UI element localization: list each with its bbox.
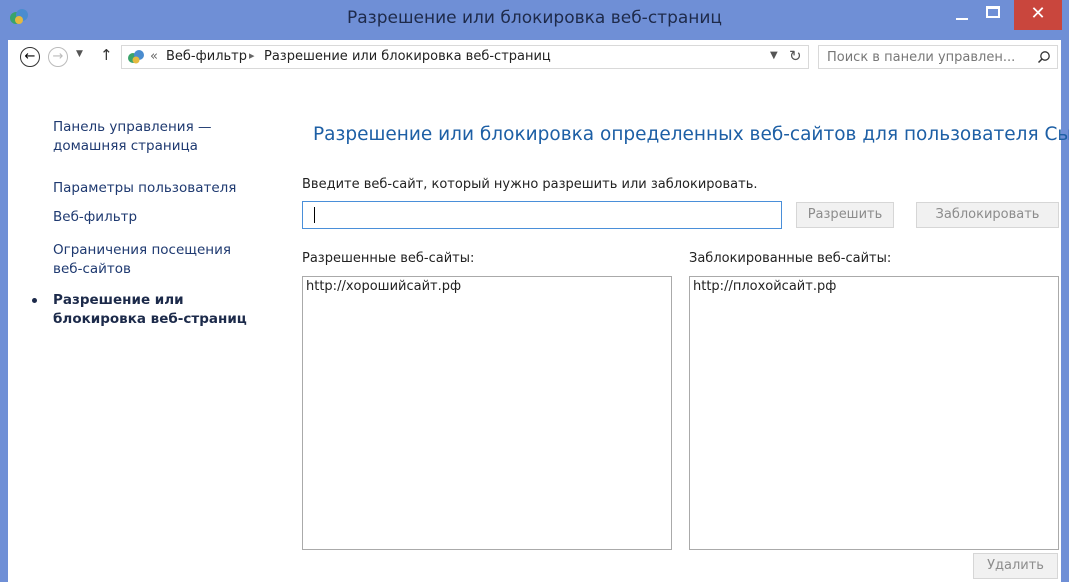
window-title: Разрешение или блокировка веб-страниц — [346, 8, 723, 28]
sidebar-item-site-restrictions[interactable]: Ограничения посещения веб-сайтов — [53, 241, 231, 279]
forward-button[interactable]: → — [48, 47, 68, 67]
recent-locations-chevron-icon[interactable]: ▼ — [76, 49, 83, 59]
refresh-icon[interactable]: ↻ — [789, 47, 802, 65]
search-input[interactable]: Поиск в панели управлен... — [827, 50, 1015, 65]
maximize-button[interactable] — [980, 0, 1008, 30]
close-icon: ✕ — [1030, 3, 1046, 24]
allowed-sites-list[interactable]: http://хорошийсайт.рф — [302, 276, 672, 550]
breadcrumb-separator-icon[interactable]: ▸ — [249, 49, 255, 62]
blocked-sites-list[interactable]: http://плохойсайт.рф — [689, 276, 1059, 550]
search-box[interactable]: Поиск в панели управлен... — [818, 45, 1058, 69]
close-button[interactable]: ✕ — [1014, 0, 1062, 30]
allowed-sites-label: Разрешенные веб-сайты: — [302, 251, 475, 266]
sidebar-item-user-settings[interactable]: Параметры пользователя — [53, 179, 236, 198]
breadcrumb-current[interactable]: Разрешение или блокировка веб-страниц — [264, 49, 551, 64]
navigation-bar: ← → ▼ ↑ « Веб-фильтр ▸ Разрешение или бл… — [8, 40, 1061, 76]
website-input[interactable] — [302, 201, 782, 229]
maximize-icon — [986, 6, 1000, 18]
breadcrumb-web-filter[interactable]: Веб-фильтр — [166, 49, 247, 64]
address-dropdown-icon[interactable]: ▼ — [770, 50, 778, 61]
list-item[interactable]: http://плохойсайт.рф — [693, 279, 836, 294]
family-safety-icon — [128, 50, 144, 64]
window-frame: Разрешение или блокировка веб-страниц ✕ … — [0, 0, 1069, 582]
up-arrow-icon[interactable]: ↑ — [100, 46, 113, 64]
back-arrow-icon: ← — [24, 49, 36, 64]
site-input-label: Введите веб-сайт, который нужно разрешит… — [302, 177, 758, 192]
block-button[interactable]: Заблокировать — [916, 202, 1059, 228]
search-icon[interactable] — [1037, 50, 1051, 64]
text-caret — [314, 207, 315, 223]
sidebar-item-web-filter[interactable]: Веб-фильтр — [53, 208, 137, 227]
minimize-icon — [956, 18, 968, 20]
sidebar-item-allow-block-pages: Разрешение или блокировка веб-страниц — [53, 292, 247, 327]
allow-button[interactable]: Разрешить — [796, 202, 894, 228]
list-item[interactable]: http://хорошийсайт.рф — [306, 279, 461, 294]
page-heading: Разрешение или блокировка определенных в… — [313, 124, 1069, 145]
forward-arrow-icon: → — [52, 49, 64, 64]
content-area: Панель управления — домашняя страница Па… — [8, 76, 1069, 582]
address-bar[interactable]: « Веб-фильтр ▸ Разрешение или блокировка… — [121, 45, 809, 69]
blocked-sites-label: Заблокированные веб-сайты: — [689, 251, 892, 266]
back-button[interactable]: ← — [20, 47, 40, 67]
active-item-bullet — [32, 298, 37, 303]
delete-button[interactable]: Удалить — [973, 553, 1058, 579]
minimize-button[interactable] — [948, 0, 976, 30]
title-bar[interactable]: Разрешение или блокировка веб-страниц ✕ — [0, 0, 1069, 40]
breadcrumb-overflow[interactable]: « — [150, 49, 158, 64]
sidebar-item-control-panel-home[interactable]: Панель управления — домашняя страница — [53, 118, 212, 156]
